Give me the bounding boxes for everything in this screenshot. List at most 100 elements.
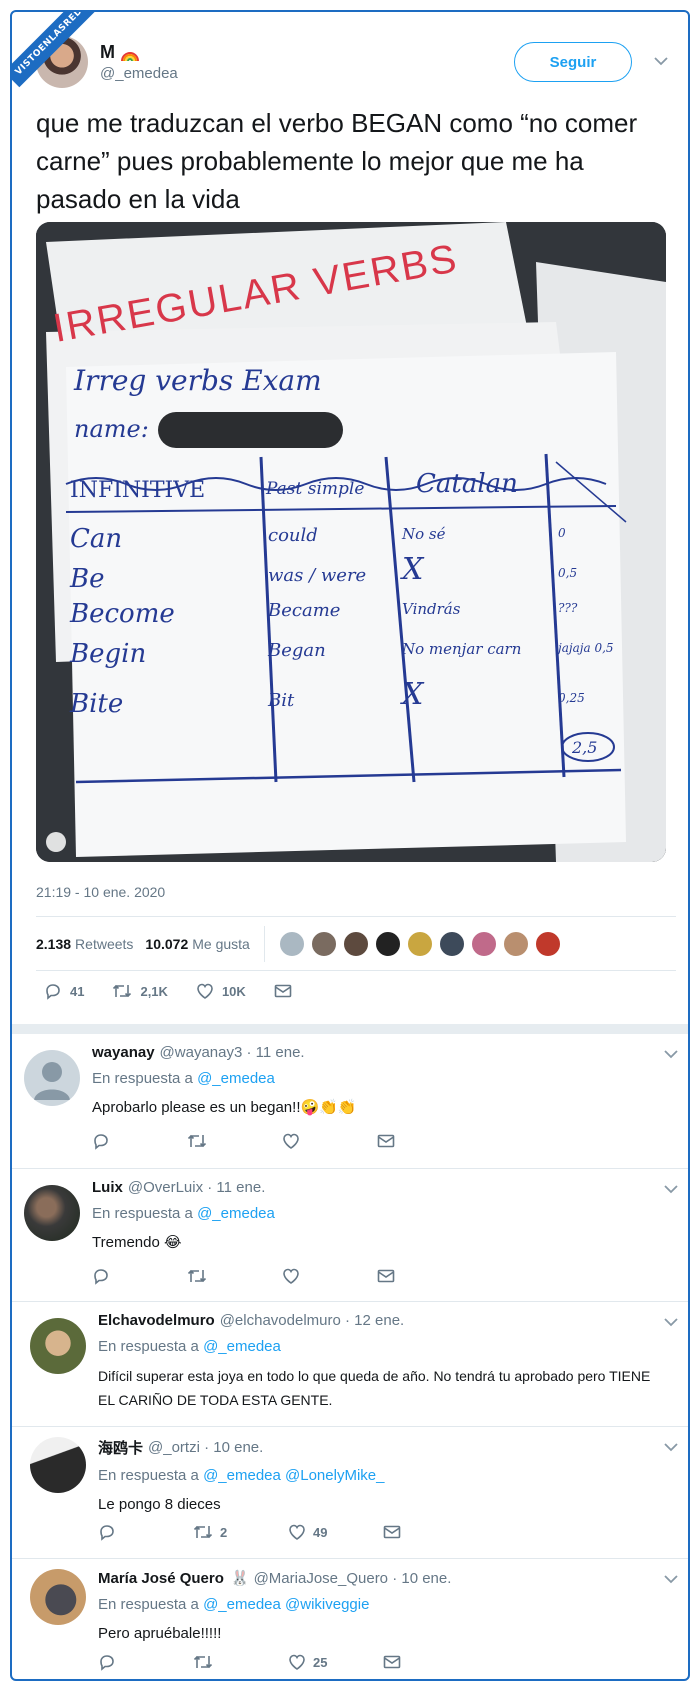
tweet-text: que me traduzcan el verbo BEGAN como “no…	[36, 108, 638, 214]
liker-avatar[interactable]	[342, 931, 369, 957]
reply-avatar[interactable]	[30, 1569, 86, 1625]
likes-stat[interactable]: 10.072 Me gusta	[145, 936, 249, 952]
reply-avatar[interactable]	[30, 1318, 86, 1374]
in-reply-prefix: En respuesta a	[92, 1205, 193, 1222]
chevron-down-icon[interactable]	[664, 1181, 678, 1197]
message-button[interactable]	[377, 1133, 472, 1149]
in-reply-link[interactable]: @_emedea	[203, 1338, 281, 1355]
reply-tweet[interactable]: Luix @OverLuix · 11 ene. En respuesta a @…	[12, 1169, 688, 1302]
like-count: 25	[313, 1654, 328, 1670]
reply-author-handle[interactable]: @elchavodelmuro · 12 ene.	[220, 1312, 405, 1329]
reply-avatar[interactable]	[24, 1050, 80, 1106]
reply-author-handle[interactable]: @OverLuix · 11 ene.	[128, 1179, 266, 1196]
reply-author-name[interactable]: Elchavodelmuro	[98, 1312, 215, 1329]
exam-past: Became	[267, 600, 340, 621]
liker-avatar[interactable]	[438, 931, 465, 957]
in-reply-link[interactable]: @_emedea	[197, 1070, 275, 1087]
message-button[interactable]	[383, 1654, 478, 1670]
chevron-down-icon[interactable]	[664, 1314, 678, 1330]
retweet-button[interactable]: 2,1K	[112, 982, 168, 1000]
message-button[interactable]	[383, 1524, 478, 1540]
liker-avatar[interactable]	[310, 931, 337, 957]
in-reply-link[interactable]: @_emedea	[197, 1205, 275, 1222]
retweet-button[interactable]	[193, 1653, 288, 1671]
reply-count: 41	[70, 983, 85, 999]
liker-avatar[interactable]	[374, 931, 401, 957]
like-button[interactable]: 49	[288, 1523, 383, 1541]
retweet-button[interactable]: 2	[193, 1523, 288, 1541]
like-button[interactable]: 25	[288, 1653, 383, 1671]
tweet-timestamp[interactable]: 21:19 - 10 ene. 2020	[36, 884, 165, 900]
reply-author-name[interactable]: wayanay	[92, 1044, 155, 1061]
reply-tweet[interactable]: María José Quero 🐰 @MariaJose_Quero · 10 e…	[12, 1559, 688, 1679]
reply-tweet[interactable]: wayanay @wayanay3 · 11 ene. En respuesta …	[12, 1034, 688, 1169]
in-reply-prefix: En respuesta a	[92, 1070, 193, 1087]
reply-button[interactable]: 41	[44, 982, 84, 1000]
in-reply-link[interactable]: @_emedea @wikiveggie	[203, 1596, 369, 1613]
like-button[interactable]: 10K	[196, 982, 246, 1000]
reply-icon	[94, 1269, 108, 1285]
likes-label: Me gusta	[192, 936, 250, 952]
reply-author-handle[interactable]: @_ortzi · 10 ene.	[148, 1439, 263, 1456]
liker-avatar[interactable]	[470, 931, 497, 957]
like-button[interactable]	[282, 1132, 377, 1150]
reply-actions: 2 49	[98, 1523, 478, 1541]
message-button[interactable]	[274, 983, 300, 999]
retweet-button[interactable]	[187, 1267, 282, 1285]
retweet-count: 2	[220, 1524, 228, 1540]
reply-author-handle[interactable]: @wayanay3 · 11 ene.	[160, 1044, 305, 1061]
exam-photo-drawing: IRREGULAR VERBS Irreg verbs Exam name: I…	[36, 222, 666, 862]
photo-badge	[46, 832, 66, 852]
reply-author-name[interactable]: Luix	[92, 1179, 123, 1196]
reply-button[interactable]	[98, 1523, 193, 1541]
tweet-photo[interactable]: IRREGULAR VERBS Irreg verbs Exam name: I…	[36, 222, 666, 862]
reply-author-handle[interactable]: @MariaJose_Quero · 10 ene.	[254, 1570, 452, 1587]
reply-icon	[100, 1655, 114, 1671]
reply-avatar[interactable]	[24, 1185, 80, 1241]
exam-total: 2,5	[571, 738, 597, 757]
reply-tweet[interactable]: Elchavodelmuro @elchavodelmuro · 12 ene. …	[12, 1302, 688, 1427]
in-reply-link[interactable]: @_emedea @LonelyMike_	[203, 1467, 384, 1484]
exam-title: Irreg verbs Exam	[73, 364, 322, 397]
exam-score: 0,25	[558, 691, 585, 705]
reply-author-name[interactable]: María José Quero	[98, 1570, 224, 1587]
chevron-down-icon[interactable]	[664, 1046, 678, 1062]
column-infinitive: INFINITIVE	[70, 478, 205, 503]
retweet-icon	[193, 1525, 213, 1539]
follow-button[interactable]: Seguir	[514, 42, 632, 82]
divider	[36, 916, 676, 917]
liker-avatar[interactable]	[278, 931, 305, 957]
heart-icon	[197, 983, 213, 999]
retweets-stat[interactable]: 2.138 Retweets	[36, 936, 133, 952]
author-handle[interactable]: @_emedea	[100, 65, 514, 82]
author-names: M @_emedea	[100, 42, 514, 82]
reply-button[interactable]	[98, 1653, 193, 1671]
author-display-name[interactable]: M	[100, 42, 514, 63]
envelope-icon	[383, 1525, 401, 1539]
reply-text: Difícil superar esta joya en todo lo que…	[98, 1368, 651, 1408]
message-button[interactable]	[377, 1268, 472, 1284]
reply-tweet[interactable]: 海鸥卡 @_ortzi · 10 ene. En respuesta a @_em…	[12, 1427, 688, 1559]
reply-text: Pero apruébale!!!!!	[98, 1625, 222, 1642]
reply-avatar[interactable]	[30, 1437, 86, 1493]
reply-actions	[92, 1132, 472, 1150]
reply-body: Elchavodelmuro @elchavodelmuro · 12 ene. …	[98, 1312, 658, 1412]
reply-button[interactable]	[92, 1267, 187, 1285]
chevron-down-icon[interactable]	[664, 1571, 678, 1587]
reply-body: María José Quero 🐰 @MariaJose_Quero · 10 e…	[98, 1569, 658, 1645]
like-button[interactable]	[282, 1267, 377, 1285]
exam-catalan: Vindrás	[402, 600, 461, 618]
exam-past: could	[268, 525, 318, 546]
chevron-down-icon[interactable]	[664, 1439, 678, 1455]
retweet-button[interactable]	[187, 1132, 282, 1150]
reply-author-name[interactable]: 海鸥卡	[98, 1437, 143, 1458]
reply-button[interactable]	[92, 1132, 187, 1150]
chevron-down-icon[interactable]	[646, 53, 676, 71]
in-reply-prefix: En respuesta a	[98, 1467, 199, 1484]
liker-avatar[interactable]	[502, 931, 529, 957]
liker-avatar[interactable]	[406, 931, 433, 957]
heart-icon	[283, 1133, 299, 1149]
liker-avatar[interactable]	[534, 931, 561, 957]
screenshot-frame: VISTOENLASREDES M @_emedea Seguir que me…	[10, 10, 690, 1681]
in-reply-to: En respuesta a @_emedea @wikiveggie	[98, 1596, 658, 1613]
